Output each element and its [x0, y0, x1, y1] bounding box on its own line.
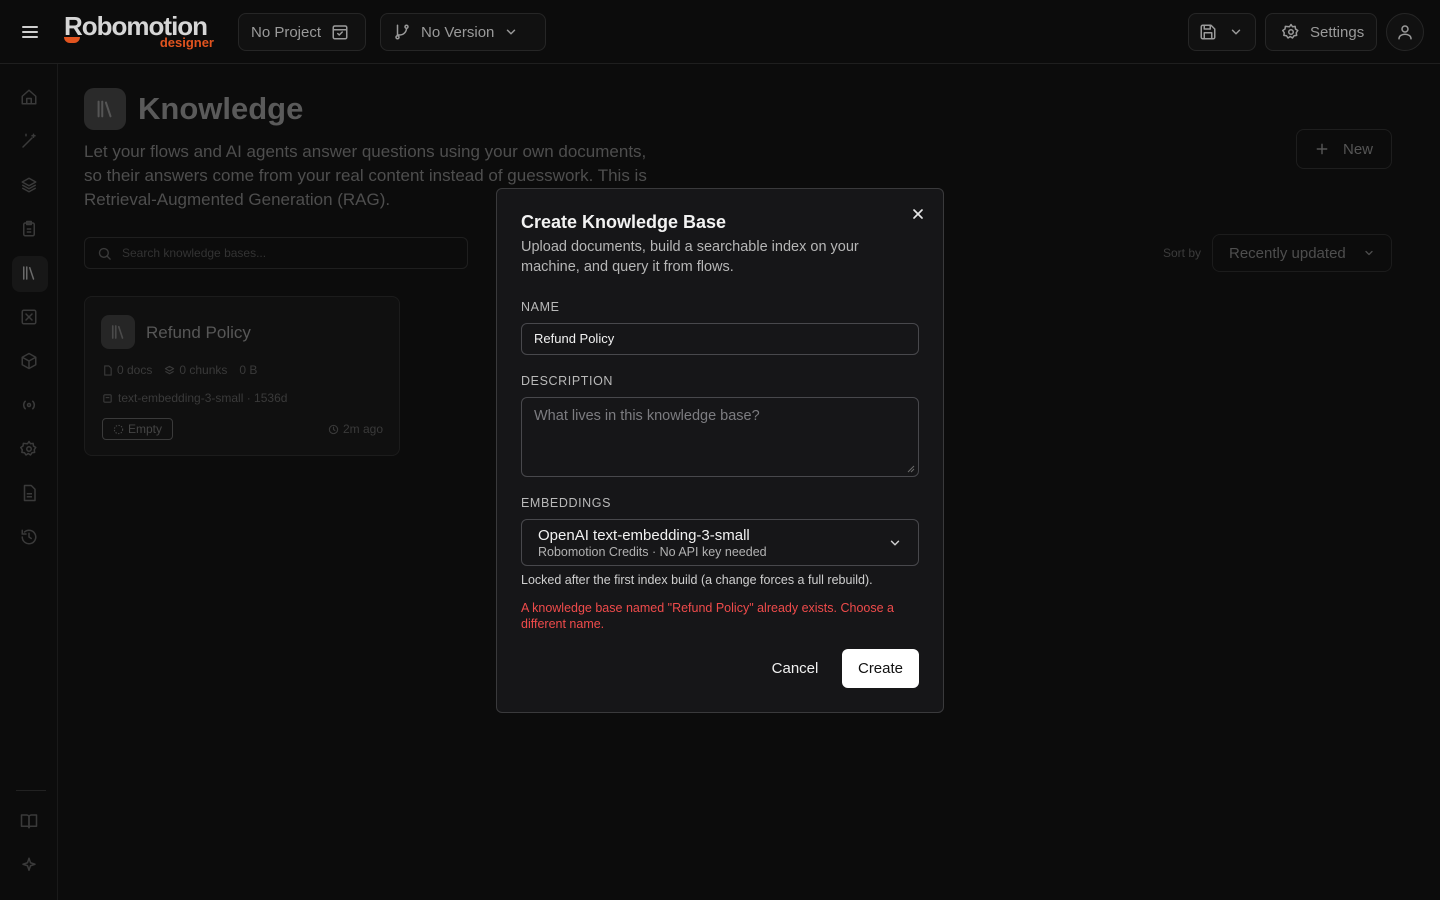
- embeddings-select[interactable]: OpenAI text-embedding-3-small Robomotion…: [521, 519, 919, 566]
- description-label: DESCRIPTION: [521, 374, 614, 388]
- create-knowledge-base-dialog: Create Knowledge Base Upload documents, …: [496, 188, 944, 713]
- create-button[interactable]: Create: [842, 649, 919, 688]
- cancel-button[interactable]: Cancel: [761, 649, 829, 687]
- error-message: A knowledge base named "Refund Policy" a…: [521, 601, 894, 631]
- dialog-title: Create Knowledge Base: [521, 212, 727, 232]
- embeddings-label: EMBEDDINGS: [521, 496, 612, 510]
- dialog-description: Upload documents, build a searchable ind…: [521, 239, 859, 275]
- resize-grip-icon[interactable]: [907, 465, 915, 473]
- chevron-down-icon: [888, 536, 902, 550]
- name-label: NAME: [521, 300, 560, 314]
- close-icon[interactable]: [910, 206, 926, 222]
- description-textarea[interactable]: What lives in this knowledge base?: [521, 397, 919, 477]
- description-placeholder: What lives in this knowledge base?: [534, 408, 760, 424]
- embeddings-hint: Locked after the first index build (a ch…: [521, 573, 873, 587]
- name-input[interactable]: Refund Policy: [521, 323, 919, 355]
- embeddings-subtext: Robomotion Credits · No API key needed: [538, 545, 767, 559]
- embeddings-value: OpenAI text-embedding-3-small: [538, 527, 750, 544]
